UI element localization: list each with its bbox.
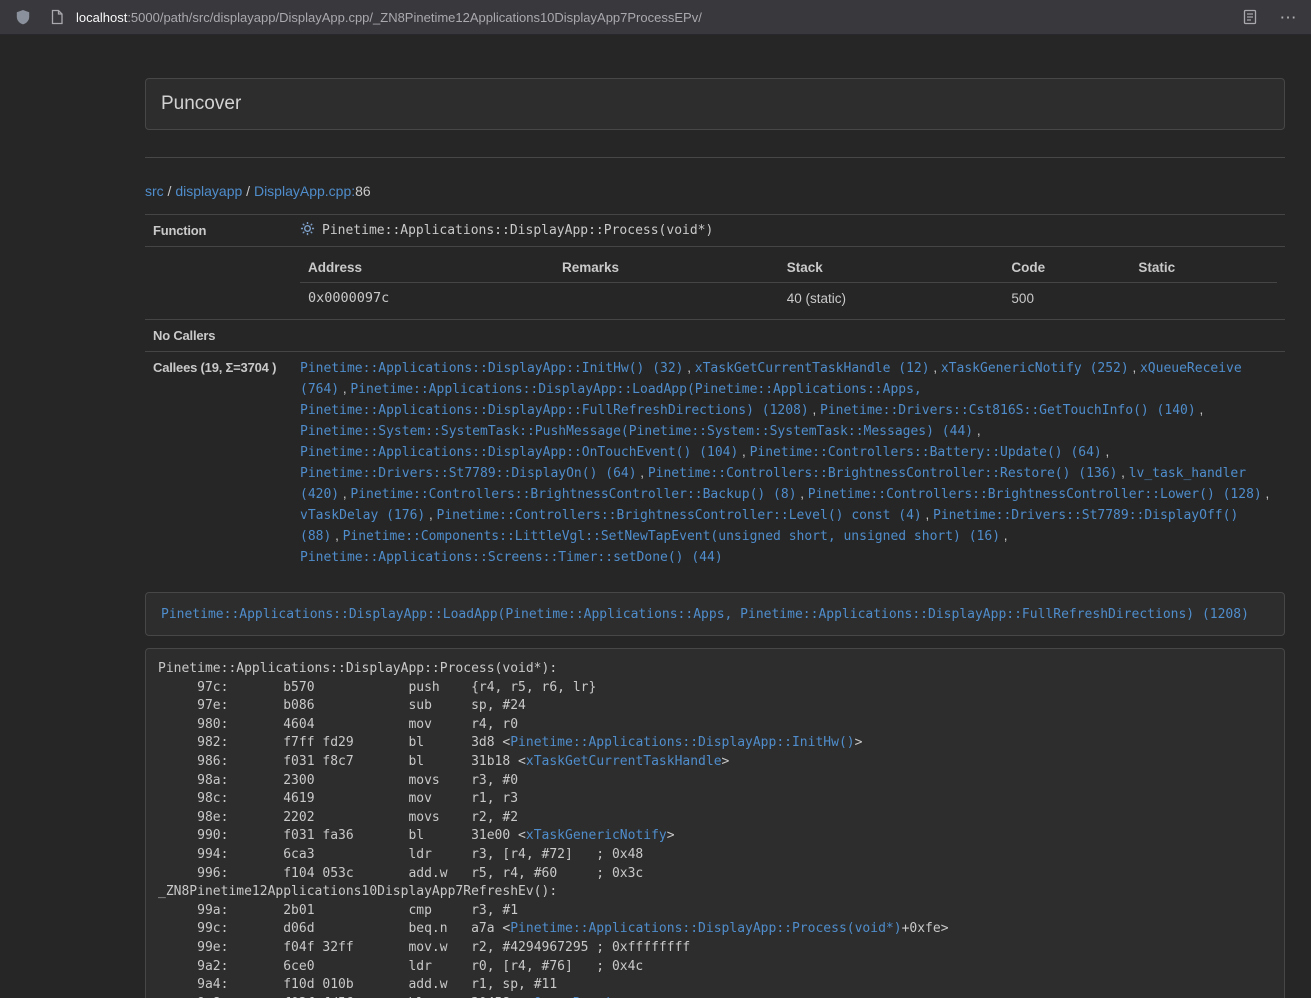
callee-link[interactable]: Pinetime::Controllers::BrightnessControl… [808, 487, 1262, 502]
callee-link[interactable]: xTaskGetCurrentTaskHandle (12) [695, 361, 930, 376]
callee-link[interactable]: xTaskGenericNotify (252) [941, 361, 1129, 376]
highlighted-symbol-panel: Pinetime::Applications::DisplayApp::Load… [145, 592, 1285, 636]
page-container: Puncover src / displayapp / DisplayApp.c… [145, 78, 1285, 998]
callee-link[interactable]: Pinetime::System::SystemTask::PushMessag… [300, 424, 973, 439]
callee-link[interactable]: Pinetime::Applications::DisplayApp::OnTo… [300, 445, 738, 460]
stats-header-row: AddressRemarksStackCodeStatic [300, 253, 1277, 283]
divider [145, 157, 1285, 158]
stats-column-header: Stack [779, 253, 1004, 283]
breadcrumb-separator: / [242, 183, 254, 199]
stats-table: AddressRemarksStackCodeStatic 0x0000097c… [300, 253, 1277, 313]
url-host: localhost [76, 10, 127, 25]
callee-link[interactable]: vTaskDelay (176) [300, 508, 425, 523]
callee-link[interactable]: Pinetime::Applications::DisplayApp::Init… [300, 361, 684, 376]
stats-column-header: Static [1130, 253, 1277, 283]
stats-cell: 500 [1003, 283, 1130, 314]
browser-toolbar: localhost:5000/path/src/displayapp/Displ… [0, 0, 1311, 35]
url-bar[interactable]: localhost:5000/path/src/displayapp/Displ… [76, 10, 1229, 25]
breadcrumb-separator: / [164, 183, 176, 199]
callee-link[interactable]: Pinetime::Controllers::BrightnessControl… [350, 487, 796, 502]
disassembly-panel: Pinetime::Applications::DisplayApp::Proc… [145, 648, 1285, 998]
highlighted-symbol-link[interactable]: Pinetime::Applications::DisplayApp::Load… [161, 607, 1249, 622]
stats-column-header: Remarks [554, 253, 779, 283]
app-title-panel: Puncover [145, 78, 1285, 130]
app-title: Puncover [161, 93, 241, 114]
tracking-protection-shield-icon[interactable] [12, 6, 34, 28]
breadcrumb-separator: 86 [355, 183, 371, 199]
code-symbol-link[interactable]: Pinetime::Applications::DisplayApp::Proc… [510, 921, 901, 936]
code-symbol-link[interactable]: xTaskGetCurrentTaskHandle [526, 754, 722, 769]
symbol-icon [300, 221, 315, 239]
no-callers-label: No Callers [145, 320, 292, 352]
code-symbol-link[interactable]: Pinetime::Applications::DisplayApp::Init… [510, 735, 854, 750]
stats-column-header: Address [300, 253, 554, 283]
function-row-label: Function [145, 215, 292, 247]
stats-cell: 40 (static) [779, 283, 1004, 314]
table-row: Function Pinetime::Applications::Display… [145, 215, 1285, 247]
breadcrumb-link[interactable]: src [145, 183, 164, 199]
stats-column-header: Code [1003, 253, 1130, 283]
table-row: No Callers [145, 320, 1285, 352]
stats-cell [1130, 283, 1277, 314]
callee-link[interactable]: Pinetime::Controllers::Battery::Update()… [750, 445, 1102, 460]
breadcrumb-link[interactable]: displayapp [175, 183, 242, 199]
breadcrumb-link[interactable]: DisplayApp.cpp: [254, 183, 355, 199]
reader-mode-icon[interactable] [1239, 6, 1261, 28]
toolbar-right-group: ⋯ [1229, 6, 1299, 28]
page-info-icon[interactable] [46, 6, 68, 28]
callee-link[interactable]: Pinetime::Applications::Screens::Timer::… [300, 550, 723, 565]
code-symbol-link[interactable]: xTaskGenericNotify [526, 828, 667, 843]
function-name: Pinetime::Applications::DisplayApp::Proc… [322, 223, 713, 238]
table-row: Callees (19, Σ=3704 ) Pinetime::Applicat… [145, 352, 1285, 575]
table-row: AddressRemarksStackCodeStatic 0x0000097c… [145, 247, 1285, 320]
callee-link[interactable]: Pinetime::Controllers::BrightnessControl… [648, 466, 1118, 481]
stats-value-row: 0x0000097c 40 (static)500 [300, 283, 1277, 314]
stats-cell: 0x0000097c [300, 283, 554, 314]
assembly-code: Pinetime::Applications::DisplayApp::Proc… [158, 660, 1272, 998]
function-table: Function Pinetime::Applications::Display… [145, 214, 1285, 574]
overflow-menu-icon[interactable]: ⋯ [1277, 6, 1299, 28]
callee-link[interactable]: Pinetime::Drivers::St7789::DisplayOn() (… [300, 466, 637, 481]
url-path: :5000/path/src/displayapp/DisplayApp.cpp… [127, 10, 702, 25]
callee-link[interactable]: Pinetime::Controllers::BrightnessControl… [437, 508, 922, 523]
callees-list: Pinetime::Applications::DisplayApp::Init… [292, 352, 1285, 575]
breadcrumb: src / displayapp / DisplayApp.cpp:86 [145, 183, 1285, 199]
callee-link[interactable]: Pinetime::Components::LittleVgl::SetNewT… [343, 529, 1000, 544]
stats-cell [554, 283, 779, 314]
callee-link[interactable]: Pinetime::Drivers::Cst816S::GetTouchInfo… [820, 403, 1196, 418]
callees-label: Callees (19, Σ=3704 ) [145, 352, 292, 575]
